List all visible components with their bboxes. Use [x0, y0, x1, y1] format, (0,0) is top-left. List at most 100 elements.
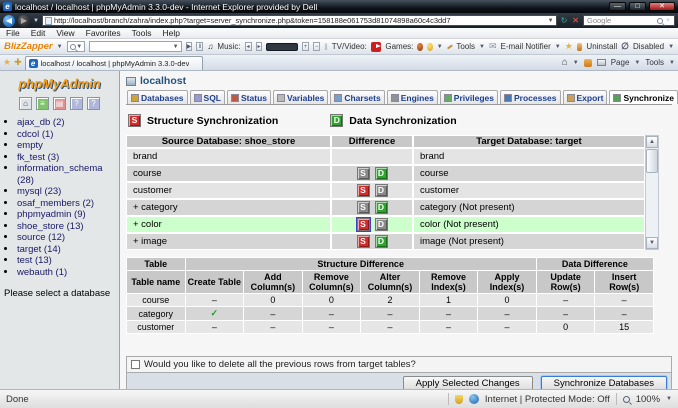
structure-sync-button[interactable]: S: [357, 218, 370, 231]
scroll-down-icon[interactable]: ▼: [646, 237, 658, 249]
data-sync-button[interactable]: D: [375, 235, 388, 248]
addon-input-combo[interactable]: ▼: [89, 41, 181, 52]
search-box[interactable]: Google ▼: [583, 15, 675, 26]
zoom-dropdown-icon[interactable]: ▼: [666, 396, 672, 402]
database-link[interactable]: webauth (1): [17, 267, 67, 278]
play-button[interactable]: ▶: [186, 42, 193, 51]
close-button[interactable]: ✕: [649, 2, 675, 11]
tab-synchronize[interactable]: Synchronize: [609, 90, 678, 104]
address-field[interactable]: http://localhost/branch/zahra/index.php?…: [42, 15, 557, 26]
data-sync-button[interactable]: D: [375, 201, 388, 214]
volume-up-button[interactable]: +: [302, 42, 309, 51]
refresh-button[interactable]: ↻: [560, 15, 569, 26]
database-link[interactable]: empty: [17, 140, 43, 151]
database-link[interactable]: fk_test (3): [17, 152, 59, 163]
database-link[interactable]: ajax_db (2): [17, 117, 65, 128]
tab-privileges[interactable]: Privileges: [440, 90, 498, 104]
database-link[interactable]: cdcol (1): [17, 129, 53, 140]
add-favorite-icon[interactable]: ✚: [14, 57, 22, 68]
addon-tools-label[interactable]: Tools: [456, 42, 475, 51]
ie-tools-dropdown-icon[interactable]: ▼: [669, 60, 675, 66]
sql-window-icon[interactable]: ≡: [36, 97, 49, 110]
volume-slider[interactable]: [266, 43, 298, 51]
pma-docs-icon[interactable]: ?: [87, 97, 100, 110]
basketball-icon[interactable]: [417, 43, 423, 51]
email-notifier-label[interactable]: E-mail Notifier: [501, 42, 551, 51]
stop-button[interactable]: ✕: [571, 15, 580, 26]
tab-processes[interactable]: Processes: [500, 90, 561, 104]
menu-help[interactable]: Help: [162, 28, 179, 38]
structure-sync-button[interactable]: S: [357, 167, 370, 180]
zoom-level[interactable]: 100%: [636, 394, 660, 405]
tab-export[interactable]: Export: [563, 90, 608, 104]
menu-favorites[interactable]: Favorites: [86, 28, 121, 38]
database-link[interactable]: test (13): [17, 255, 52, 266]
data-sync-button[interactable]: D: [375, 167, 388, 180]
games-dropdown-icon[interactable]: ▼: [437, 44, 443, 50]
home-dropdown-icon[interactable]: ▼: [573, 60, 579, 66]
tab-sql[interactable]: SQL: [190, 90, 225, 104]
database-link[interactable]: phpmyadmin (9): [17, 209, 86, 220]
print-icon[interactable]: [597, 59, 606, 66]
maximize-button[interactable]: □: [629, 2, 646, 11]
database-link[interactable]: information_schema (28): [17, 163, 103, 186]
pause-button[interactable]: ‖: [196, 42, 203, 51]
browser-tab[interactable]: e localhost / localhost | phpMyAdmin 3.3…: [25, 56, 203, 70]
uninstall-label[interactable]: Uninstall: [586, 42, 617, 51]
page-menu[interactable]: Page: [611, 58, 630, 67]
ie-tools-menu[interactable]: Tools: [645, 58, 664, 67]
tab-status[interactable]: Status: [227, 90, 271, 104]
menu-tools[interactable]: Tools: [132, 28, 152, 38]
database-link[interactable]: shoe_store (13): [17, 221, 84, 232]
tab-engines[interactable]: Engines: [387, 90, 438, 104]
disabled-label[interactable]: Disabled: [633, 42, 664, 51]
addon-logo-dropdown-icon[interactable]: ▼: [57, 44, 63, 50]
tab-databases[interactable]: Databases: [127, 90, 188, 104]
smiley-icon[interactable]: [427, 43, 433, 51]
structure-sync-button[interactable]: S: [357, 184, 370, 197]
home-icon[interactable]: ⌂: [562, 57, 568, 68]
database-link[interactable]: target (14): [17, 244, 61, 255]
tab-variables[interactable]: Variables: [273, 90, 328, 104]
youtube-icon[interactable]: [371, 42, 382, 52]
back-button[interactable]: ◀: [3, 15, 15, 27]
database-link[interactable]: source (12): [17, 232, 65, 243]
tools-dropdown-icon[interactable]: ▼: [479, 44, 485, 50]
delete-rows-checkbox[interactable]: [131, 360, 140, 369]
search-dropdown-icon[interactable]: ▼: [665, 18, 671, 24]
diff-scrollbar[interactable]: ▲ ▼: [645, 135, 659, 250]
menu-file[interactable]: File: [6, 28, 20, 38]
forward-button[interactable]: ▶: [18, 15, 30, 27]
star-icon[interactable]: ★: [565, 41, 573, 52]
structure-sync-button[interactable]: S: [357, 235, 370, 248]
search-icon[interactable]: [657, 18, 663, 24]
tab-charsets[interactable]: Charsets: [330, 90, 384, 104]
apply-selected-changes-button[interactable]: Apply Selected Changes: [403, 376, 533, 389]
scroll-up-icon[interactable]: ▲: [646, 136, 658, 148]
menu-view[interactable]: View: [56, 28, 74, 38]
feeds-icon[interactable]: [584, 59, 592, 67]
home-icon[interactable]: ⌂: [19, 97, 32, 110]
mysql-docs-icon[interactable]: ?: [70, 97, 83, 110]
favorites-star-icon[interactable]: ★: [3, 57, 11, 68]
database-link[interactable]: mysql (23): [17, 186, 61, 197]
structure-sync-button[interactable]: S: [357, 201, 370, 214]
address-dropdown-icon[interactable]: ▼: [548, 18, 554, 24]
addon-search-combo[interactable]: ▼: [67, 41, 86, 52]
menu-edit[interactable]: Edit: [31, 28, 46, 38]
server-name[interactable]: localhost: [140, 75, 186, 87]
history-dropdown-icon[interactable]: ▼: [33, 18, 39, 24]
data-sync-button[interactable]: D: [375, 218, 388, 231]
page-dropdown-icon[interactable]: ▼: [634, 60, 640, 66]
pma-logo[interactable]: phpMyAdmin: [2, 76, 117, 91]
volume-down-button[interactable]: −: [313, 42, 320, 51]
zoom-icon[interactable]: [623, 396, 630, 403]
email-dropdown-icon[interactable]: ▼: [555, 44, 561, 50]
next-track-button[interactable]: ▸: [256, 42, 263, 51]
data-sync-button[interactable]: D: [375, 184, 388, 197]
database-link[interactable]: osaf_members (2): [17, 198, 94, 209]
synchronize-databases-button[interactable]: Synchronize Databases: [541, 376, 667, 389]
minimize-button[interactable]: —: [609, 2, 626, 11]
scroll-thumb[interactable]: [646, 149, 658, 173]
search-input[interactable]: Google: [587, 16, 655, 25]
